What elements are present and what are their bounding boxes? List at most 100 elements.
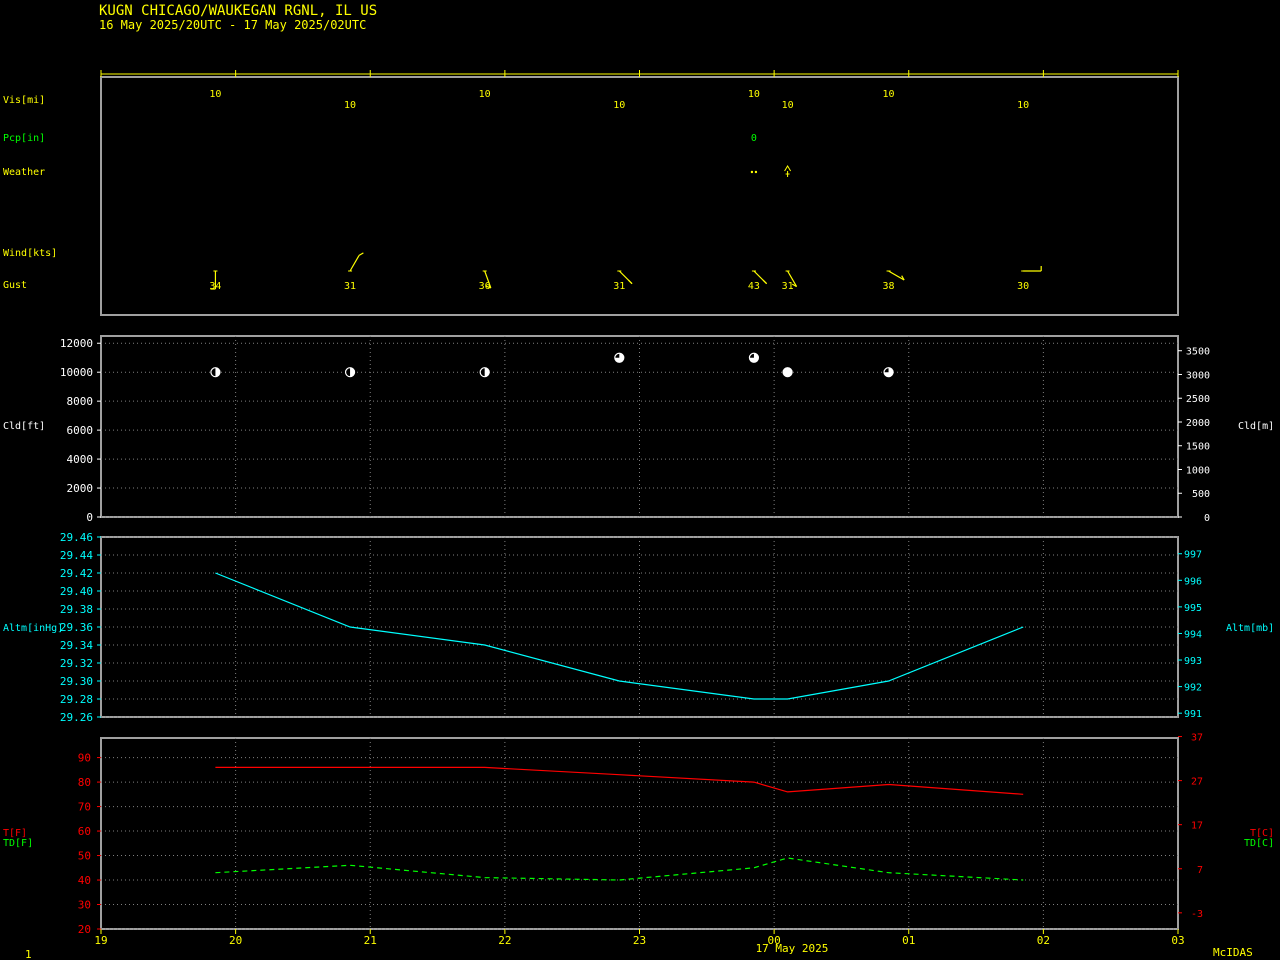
temp-right-tick-label: 17	[1191, 821, 1203, 832]
row-label-wind: Wind[kts]	[3, 248, 57, 259]
temperature-line	[215, 766, 1024, 795]
vis-value: 10	[479, 89, 491, 100]
gust-value: 31	[782, 281, 794, 292]
altm-left-tick-label: 29.34	[60, 639, 93, 652]
cloud-right-tick-label: 0	[1204, 513, 1210, 524]
altm-right-tick-label: 994	[1184, 629, 1202, 640]
altm-right-label: Altm[mb]	[1226, 623, 1274, 634]
x-tick-label: 19	[94, 934, 107, 947]
vis-value: 10	[782, 100, 794, 111]
gust-value: 34	[209, 281, 221, 292]
panel-frames	[100, 70, 1179, 930]
x-tick-label: 22	[498, 934, 511, 947]
row-label-precip: Pcp[in]	[3, 133, 45, 144]
x-tick-label: 21	[364, 934, 377, 947]
altm-left-tick-label: 29.40	[60, 585, 93, 598]
temp-left-tick-label: 50	[78, 850, 91, 863]
x-tick-label: 20	[229, 934, 242, 947]
cloud-left-tick-label: 2000	[67, 482, 94, 495]
cloud-panel: 0 2000 4000 6000 8000 10000 12000 0 500 1000 1500 2…	[3, 337, 1274, 524]
rain-symbol	[750, 170, 754, 174]
altm-right-tick-label: 997	[1184, 550, 1202, 561]
cloud-right-tick-label: 2500	[1186, 394, 1210, 405]
gust-value: 38	[883, 281, 895, 292]
row-label-gust: Gust	[3, 280, 27, 291]
altm-left-tick-label: 29.32	[60, 657, 93, 670]
grid-lines	[235, 336, 1044, 929]
altm-right-tick-label: 992	[1184, 683, 1202, 694]
gust-value: 31	[344, 281, 356, 292]
thunder-symbol	[784, 165, 792, 177]
temp-right-tick-label: -3	[1191, 909, 1203, 920]
altimeter-line	[215, 572, 1024, 700]
cloud-cover-symbol	[782, 367, 793, 378]
altm-left-tick-label: 29.36	[60, 621, 93, 634]
altm-left-tick-label: 29.30	[60, 675, 93, 688]
x-tick-label: 01	[902, 934, 915, 947]
altm-left-tick-label: 29.44	[60, 549, 93, 562]
cloud-right-tick-label: 2000	[1186, 418, 1210, 429]
temp-left-tick-label: 90	[78, 752, 91, 765]
altm-left-tick-label: 29.38	[60, 603, 93, 616]
temp-right-tick-label: 37	[1191, 733, 1203, 744]
vis-value: 10	[344, 100, 356, 111]
gust-value: 36	[479, 281, 491, 292]
gust-value: 43	[748, 281, 760, 292]
altm-right-tick-label: 996	[1184, 576, 1202, 587]
cloud-left-tick-label: 8000	[67, 395, 94, 408]
wind-barb	[1021, 266, 1042, 272]
altm-left-label: Altm[inHg]	[3, 623, 63, 634]
cloud-cover-symbol	[210, 367, 221, 378]
temp-left-tick-label: 80	[78, 776, 91, 789]
x-axis-ticks: 19 20 21 22 23 00 01 02 03	[94, 929, 1185, 947]
cloud-right-label: Cld[m]	[1238, 421, 1274, 432]
altm-left-tick-label: 29.46	[60, 531, 93, 544]
altm-left-tick-label: 29.28	[60, 693, 93, 706]
page-number: 1	[25, 948, 32, 960]
vis-value: 10	[748, 89, 760, 100]
wind-barb	[886, 270, 905, 281]
temp-right-tick-label: 27	[1191, 777, 1203, 788]
surface-obs-table: Vis[mi] Pcp[in] Weather Wind[kts] Gust 10 10 10…	[3, 89, 1042, 292]
cloud-cover-symbol	[614, 352, 625, 363]
cloud-left-label: Cld[ft]	[3, 421, 45, 432]
precip-value: 0	[751, 133, 757, 144]
cloud-fill	[783, 367, 793, 377]
cloud-left-tick-label: 10000	[60, 366, 93, 379]
cloud-right-tick-label: 1000	[1186, 465, 1210, 476]
x-tick-label: 03	[1171, 934, 1184, 947]
cloud-left-tick-label: 4000	[67, 453, 94, 466]
dewpoint-right-label: TD[C]	[1244, 838, 1274, 849]
temp-left-tick-label: 40	[78, 874, 91, 887]
barb-shaft	[349, 255, 360, 272]
x-tick-label: 23	[633, 934, 646, 947]
barb-shaft	[888, 270, 905, 281]
altm-right-tick-label: 993	[1184, 656, 1202, 667]
barb-feather	[628, 279, 633, 285]
date-label: 17 May 2025	[756, 942, 829, 955]
temp-left-tick-label: 60	[78, 825, 91, 838]
cloud-left-tick-label: 0	[86, 511, 93, 524]
cloud-cover-symbol	[883, 367, 894, 378]
station-title: KUGN CHICAGO/WAUKEGAN RGNL, IL US	[99, 3, 377, 19]
cloud-right-tick-label: 500	[1192, 489, 1210, 500]
vis-value: 10	[613, 100, 625, 111]
cloud-frame	[100, 335, 1179, 518]
mcidas-brand: McIDAS	[1213, 946, 1253, 959]
temp-left-tick-label: 70	[78, 801, 91, 814]
dewpoint-left-label: TD[F]	[3, 838, 33, 849]
cloud-right-tick-label: 3000	[1186, 370, 1210, 381]
cloud-cover-symbol	[748, 352, 760, 363]
temp-left-tick-label: 30	[78, 899, 91, 912]
rain-symbol	[754, 170, 758, 174]
row-label-visibility: Vis[mi]	[3, 95, 45, 106]
temperature-panel: 2030405060708090-37172737T[F]TD[F]T[C]TD…	[3, 733, 1274, 936]
cloud-cover-symbol	[344, 367, 356, 378]
altm-right-tick-label: 995	[1184, 603, 1202, 614]
dewpoint-line	[215, 857, 1024, 881]
vis-value: 10	[883, 89, 895, 100]
temp-right-tick-label: 7	[1197, 865, 1203, 876]
barb-feather	[762, 279, 768, 285]
vis-value: 10	[209, 89, 221, 100]
meteogram: KUGN CHICAGO/WAUKEGAN RGNL, IL US 16 May…	[3, 3, 1274, 960]
